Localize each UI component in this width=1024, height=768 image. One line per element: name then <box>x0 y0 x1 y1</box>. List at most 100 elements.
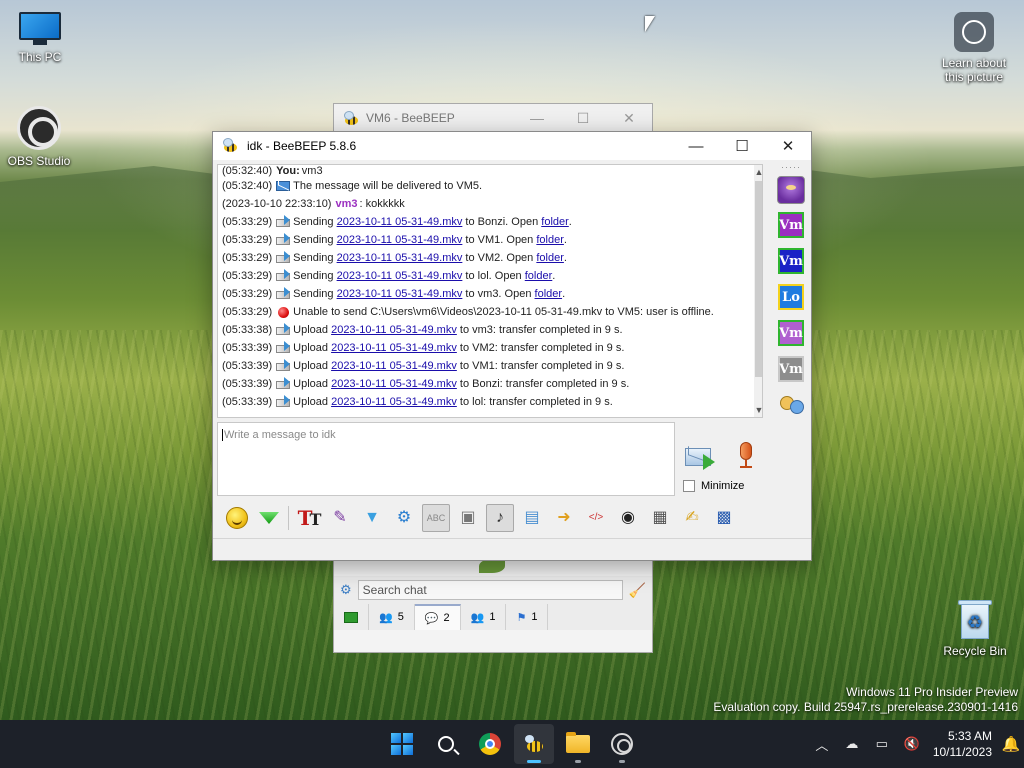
taskbar-chrome[interactable] <box>470 724 510 764</box>
chat-line: (05:33:39) Upload 2023-10-11 05-31-49.mk… <box>222 357 762 375</box>
user-avatar-lol[interactable]: Lo <box>778 284 804 310</box>
document-icon: ▤ <box>524 509 540 526</box>
recycle-bin-icon: ♻ <box>958 600 992 640</box>
desktop-icon-label: OBS Studio <box>7 154 71 168</box>
minimize-button[interactable]: — <box>673 132 719 160</box>
close-button[interactable]: ✕ <box>765 132 811 160</box>
minimize-checkbox[interactable] <box>683 480 695 492</box>
send-message-icon[interactable] <box>685 444 717 472</box>
group-icon: 👥 <box>470 611 485 624</box>
drag-handle[interactable]: ····· <box>774 163 808 172</box>
background-window-titlebar[interactable]: VM6 - BeeBEEP — ☐ ✕ <box>334 104 652 132</box>
volume-muted-icon[interactable]: 🔇 <box>897 736 927 752</box>
music-note-icon: ♪ <box>496 509 504 526</box>
chat-members-icon[interactable] <box>778 392 804 416</box>
notification-bell-icon[interactable]: 🔔 <box>998 735 1024 753</box>
file-link[interactable]: 2023-10-11 05-31-49.mkv <box>331 357 457 375</box>
open-folder-link[interactable]: folder <box>541 213 569 231</box>
minimize-option[interactable]: Minimize <box>683 480 744 492</box>
settings-button[interactable]: ⚙ <box>390 504 418 532</box>
taskbar-beebeep[interactable] <box>514 724 554 764</box>
open-folder-link[interactable]: folder <box>525 267 553 285</box>
font-button[interactable]: TT <box>294 504 322 532</box>
taskbar-search-button[interactable] <box>426 724 466 764</box>
desktop-icon-obs[interactable]: OBS Studio <box>0 106 79 168</box>
scroll-down-arrow-icon[interactable]: ▼ <box>754 403 762 417</box>
tab-groups[interactable]: 👥 1 <box>461 604 507 630</box>
status-bar <box>213 538 811 560</box>
open-folder-link[interactable]: folder <box>536 249 564 267</box>
spell-check-button[interactable]: ABC <box>422 504 450 532</box>
gem-icon <box>259 512 279 524</box>
file-send-icon <box>276 287 291 299</box>
desktop-icon-this-pc[interactable]: This PC <box>0 12 80 64</box>
message-text: : kokkkkk <box>359 198 405 210</box>
screenshot-button[interactable]: ◉ <box>614 504 642 532</box>
message-text: Upload <box>293 324 329 336</box>
file-link[interactable]: 2023-10-11 05-31-49.mkv <box>337 285 463 303</box>
tab-chats[interactable]: 💬 2 <box>414 604 461 630</box>
maximize-button[interactable]: ☐ <box>560 110 606 127</box>
tab-users[interactable]: 👥 5 <box>369 604 415 630</box>
taskbar-file-explorer[interactable] <box>558 724 598 764</box>
open-folder-link[interactable]: folder <box>535 285 563 303</box>
filter-button[interactable]: ▼ <box>358 504 386 532</box>
window-title: idk - BeeBEEP 5.8.6 <box>247 139 357 153</box>
user-avatar-bonzi[interactable] <box>777 176 805 204</box>
word-complete-button[interactable]: ▣ <box>454 504 482 532</box>
tab-files[interactable]: ⚑ 1 <box>506 604 549 630</box>
font-icon: TT <box>297 506 322 530</box>
search-chat-input[interactable]: Search chat <box>357 580 623 600</box>
desktop-icon-learn-picture[interactable]: Learn about this picture <box>934 12 1014 84</box>
sound-button[interactable]: ♪ <box>486 504 514 532</box>
close-button[interactable]: ✕ <box>606 110 652 127</box>
message-input[interactable]: Write a message to idk <box>217 422 675 496</box>
gear-icon[interactable]: ⚙ <box>340 582 352 598</box>
favorites-button[interactable] <box>255 504 283 532</box>
file-upload-icon <box>276 377 291 389</box>
scrollbar-thumb[interactable] <box>755 181 762 377</box>
scroll-up-arrow-icon[interactable]: ▲ <box>754 165 762 179</box>
microphone-icon[interactable] <box>735 442 757 474</box>
file-link[interactable]: 2023-10-11 05-31-49.mkv <box>337 231 463 249</box>
desktop-icon-recycle-bin[interactable]: ♻ Recycle Bin <box>935 600 1015 658</box>
show-hidden-icons-chevron-icon[interactable]: ︿ <box>807 735 837 754</box>
save-button[interactable]: ▩ <box>710 504 738 532</box>
chat-log[interactable]: (05:32:40) You: vm3 (05:32:40) The messa… <box>217 164 763 418</box>
background-window-title: VM6 - BeeBEEP <box>366 111 455 125</box>
start-button[interactable] <box>382 724 422 764</box>
html-button[interactable]: </> <box>582 504 610 532</box>
file-link[interactable]: 2023-10-11 05-31-49.mkv <box>337 249 463 267</box>
file-link[interactable]: 2023-10-11 05-31-49.mkv <box>337 213 463 231</box>
send-file-button[interactable]: ➜ <box>550 504 578 532</box>
user-avatar-vm2[interactable]: Vm <box>778 248 804 274</box>
book-icon: ▣ <box>460 509 476 526</box>
minimize-button[interactable]: — <box>514 110 560 127</box>
tab-home[interactable] <box>334 604 369 630</box>
window-titlebar[interactable]: idk - BeeBEEP 5.8.6 — ☐ ✕ <box>213 132 811 160</box>
chat-scrollbar[interactable]: ▲ ▼ <box>754 165 762 417</box>
file-link[interactable]: 2023-10-11 05-31-49.mkv <box>331 375 457 393</box>
onedrive-icon[interactable]: ☁ <box>837 736 867 752</box>
notes-button[interactable]: ✍ <box>678 504 706 532</box>
user-avatar-vm3[interactable]: Vm <box>778 320 804 346</box>
user-avatar-vm1[interactable]: Vm <box>778 212 804 238</box>
color-button[interactable]: ✎ <box>326 504 354 532</box>
save-chat-button[interactable]: ▤ <box>518 504 546 532</box>
message-text: to VM1: transfer completed in 9 s. <box>459 360 625 372</box>
beebeep-chat-window[interactable]: idk - BeeBEEP 5.8.6 — ☐ ✕ (05:32:40) You… <box>212 131 812 561</box>
taskbar-clock[interactable]: 5:33 AM 10/11/2023 <box>933 728 992 760</box>
user-avatar-vm5[interactable]: Vm <box>778 356 804 382</box>
open-folder-link[interactable]: folder <box>536 231 564 249</box>
maximize-button[interactable]: ☐ <box>719 132 765 160</box>
file-link[interactable]: 2023-10-11 05-31-49.mkv <box>331 393 457 411</box>
file-link[interactable]: 2023-10-11 05-31-49.mkv <box>337 267 463 285</box>
broom-icon[interactable]: 🧹 <box>629 582 646 599</box>
taskbar-obs[interactable] <box>602 724 642 764</box>
file-link[interactable]: 2023-10-11 05-31-49.mkv <box>331 339 457 357</box>
clear-history-button[interactable]: ▦ <box>646 504 674 532</box>
network-icon[interactable]: ▭ <box>867 736 897 752</box>
file-send-icon <box>276 233 291 245</box>
file-link[interactable]: 2023-10-11 05-31-49.mkv <box>331 321 457 339</box>
emoticons-button[interactable] <box>223 504 251 532</box>
